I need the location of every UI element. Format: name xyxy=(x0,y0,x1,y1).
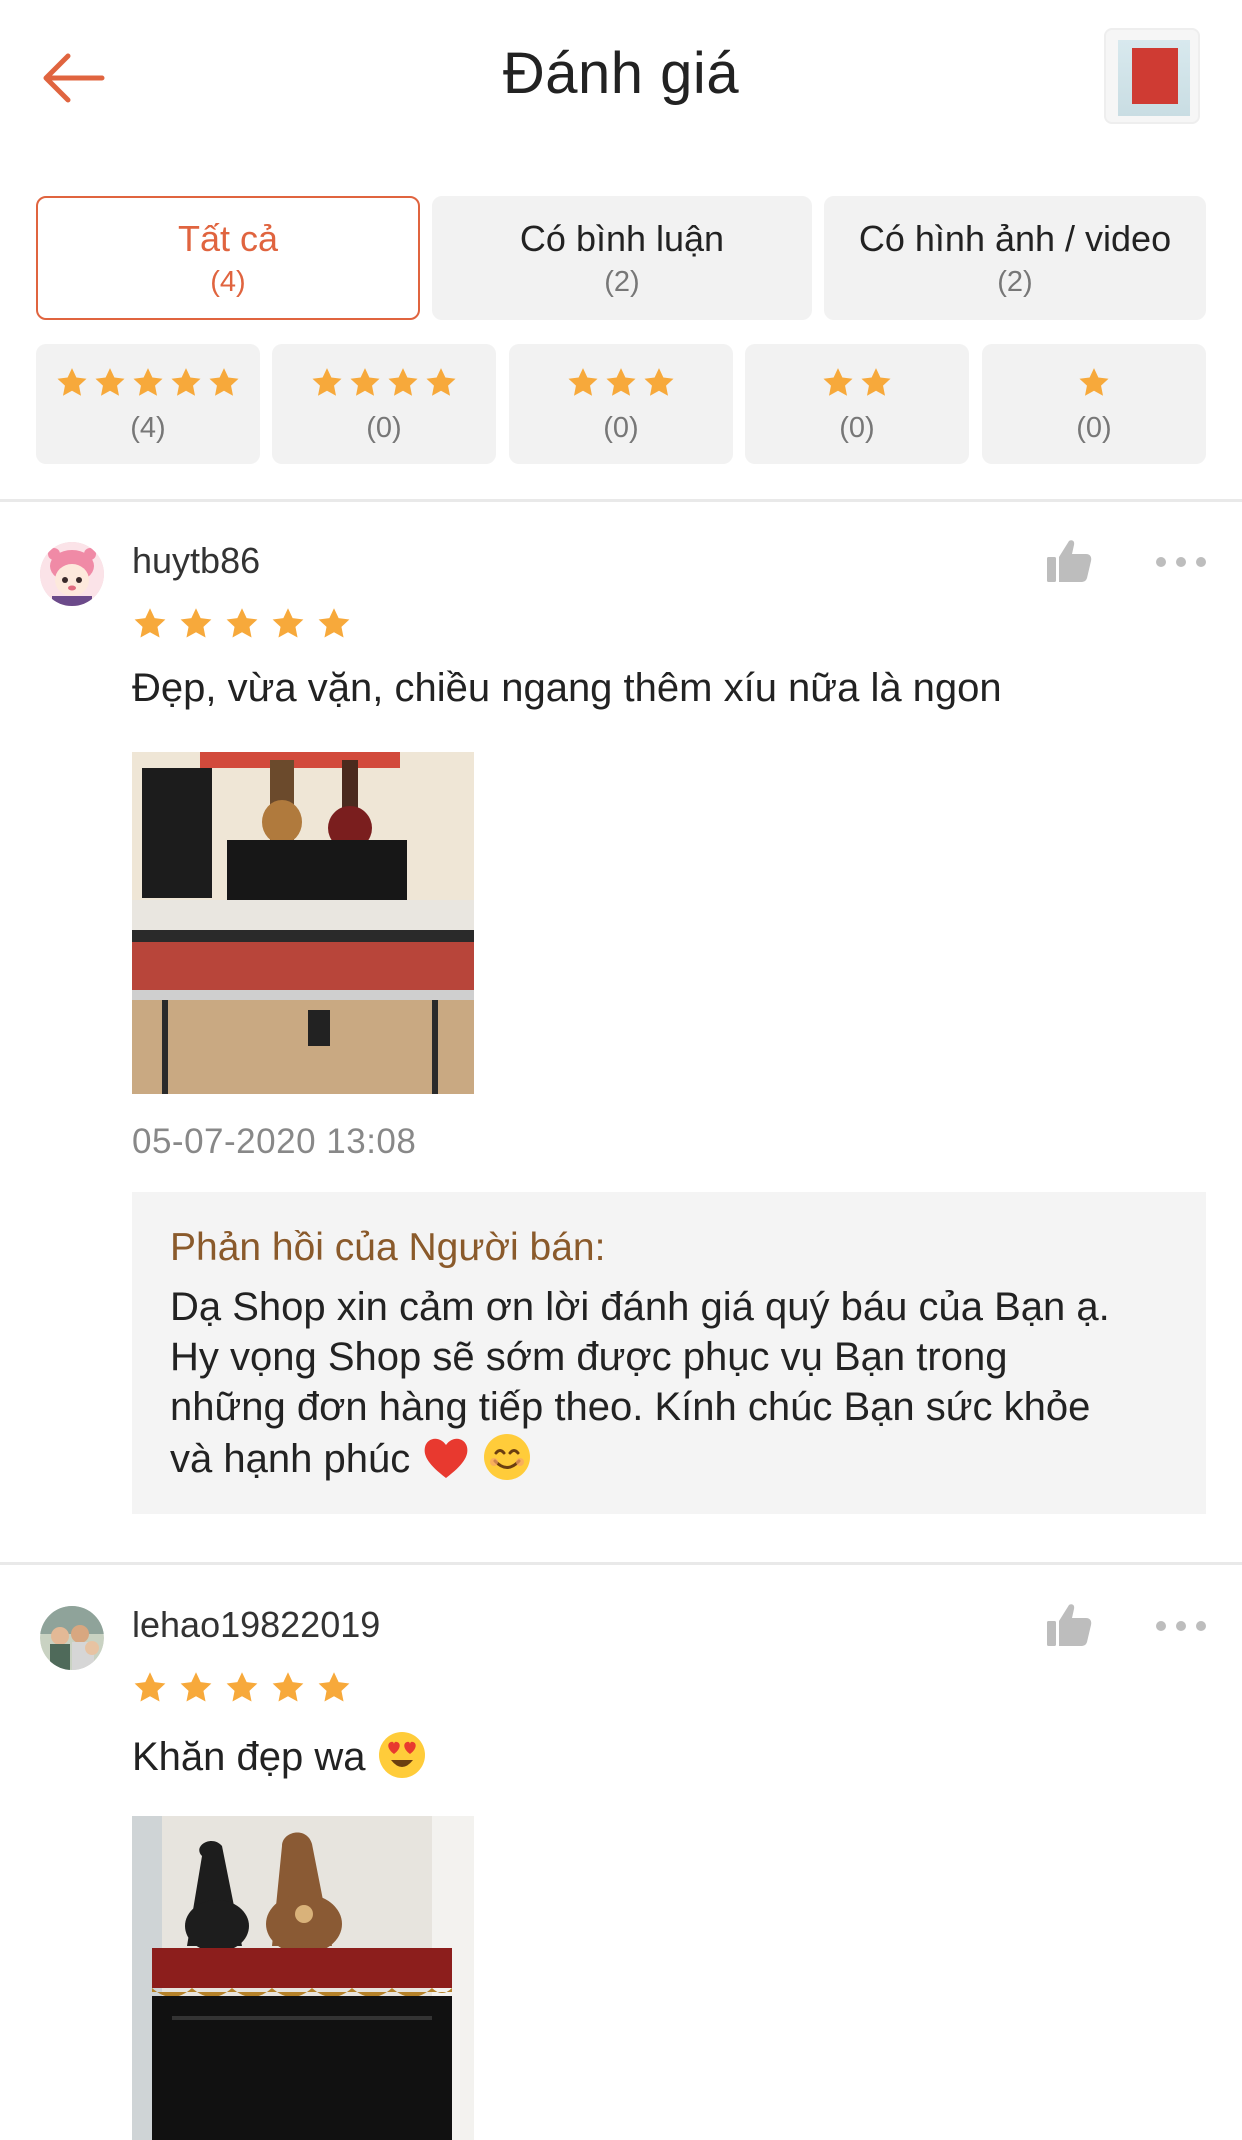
seller-reply-text: Dạ Shop xin cảm ơn lời đánh giá quý báu … xyxy=(170,1282,1168,1484)
more-options-button[interactable] xyxy=(1154,552,1208,572)
star-icon xyxy=(424,366,458,400)
tab-count: (2) xyxy=(997,266,1033,298)
filter-1-star[interactable]: (0) xyxy=(982,344,1206,464)
like-button[interactable] xyxy=(1044,536,1094,586)
filter-count: (0) xyxy=(839,412,875,444)
review-photo[interactable] xyxy=(132,1816,474,2140)
filter-5-stars[interactable]: (4) xyxy=(36,344,260,464)
review-username[interactable]: lehao19822019 xyxy=(132,1604,380,1646)
star-icon xyxy=(93,366,127,400)
filter-3-stars[interactable]: (0) xyxy=(509,344,733,464)
star-icon xyxy=(132,1670,168,1706)
review-text: Đẹp, vừa vặn, chiều ngang thêm xíu nữa l… xyxy=(132,666,1002,710)
filter-4-stars[interactable]: (0) xyxy=(272,344,496,464)
review-rating xyxy=(132,606,352,642)
smile-emoji-icon xyxy=(482,1432,532,1482)
review-username[interactable]: huytb86 xyxy=(132,540,260,582)
review-text-row: Khăn đẹp wa xyxy=(132,1730,427,1780)
tab-count: (4) xyxy=(210,266,246,298)
seller-reply-last-line: và hạnh phúc xyxy=(170,1432,1168,1484)
filter-2-stars[interactable]: (0) xyxy=(745,344,969,464)
tab-label: Có bình luận xyxy=(519,218,725,259)
review-rating xyxy=(132,1670,352,1706)
star-icon xyxy=(604,366,638,400)
star-icon xyxy=(178,606,214,642)
star-icon xyxy=(310,366,344,400)
seller-reply-line: Dạ Shop xin cảm ơn lời đánh giá quý báu … xyxy=(170,1285,1110,1329)
seller-reply-title: Phản hồi của Người bán: xyxy=(170,1226,606,1269)
star-icon xyxy=(1077,366,1111,400)
star-icon xyxy=(566,366,600,400)
star-icon xyxy=(131,366,165,400)
filter-count: (0) xyxy=(1076,412,1112,444)
star-icon xyxy=(55,366,89,400)
review-timestamp: 05-07-2020 13:08 xyxy=(132,1122,417,1161)
star-icon xyxy=(224,1670,260,1706)
tab-label: Có hình ảnh / video xyxy=(858,218,1172,259)
seller-reply: Phản hồi của Người bán: Dạ Shop xin cảm … xyxy=(132,1192,1206,1514)
star-icon xyxy=(169,366,203,400)
header-bar: Đánh giá xyxy=(0,0,1242,160)
filter-count: (0) xyxy=(603,412,639,444)
star-icon xyxy=(821,366,855,400)
seller-reply-line: những đơn hàng tiếp theo. Kính chúc Bạn … xyxy=(170,1385,1091,1429)
filter-count: (0) xyxy=(366,412,402,444)
star-icon xyxy=(207,366,241,400)
divider xyxy=(0,499,1242,502)
more-icon xyxy=(1156,557,1206,567)
tab-count: (2) xyxy=(604,266,640,298)
star-icon xyxy=(642,366,676,400)
avatar[interactable] xyxy=(40,542,104,606)
star-icon xyxy=(270,606,306,642)
review-photo[interactable] xyxy=(132,752,474,1094)
star-icon xyxy=(224,606,260,642)
divider xyxy=(0,1562,1242,1565)
star-icon xyxy=(859,366,893,400)
heart-emoji-icon xyxy=(421,1432,471,1482)
tab-with-comments[interactable]: Có bình luận (2) xyxy=(432,196,812,320)
tab-with-media[interactable]: Có hình ảnh / video (2) xyxy=(824,196,1206,320)
star-icon xyxy=(178,1670,214,1706)
star-icon xyxy=(348,366,382,400)
page-title: Đánh giá xyxy=(502,41,740,106)
seller-reply-line: Hy vọng Shop sẽ sớm được phục vụ Bạn tro… xyxy=(170,1335,1008,1379)
star-icon xyxy=(316,606,352,642)
seller-reply-line: và hạnh phúc xyxy=(170,1437,411,1481)
avatar[interactable] xyxy=(40,1606,104,1670)
more-icon xyxy=(1156,1621,1206,1631)
star-icon xyxy=(386,366,420,400)
like-button[interactable] xyxy=(1044,1600,1094,1650)
star-icon xyxy=(132,606,168,642)
tab-all[interactable]: Tất cả (4) xyxy=(36,196,420,320)
thumbs-up-icon xyxy=(1047,1604,1092,1646)
star-icon xyxy=(316,1670,352,1706)
more-options-button[interactable] xyxy=(1154,1616,1208,1636)
product-thumbnail[interactable] xyxy=(1104,28,1200,124)
tab-label: Tất cả xyxy=(177,218,279,259)
filter-count: (4) xyxy=(130,412,166,444)
star-icon xyxy=(270,1670,306,1706)
heart-eyes-emoji-icon xyxy=(377,1730,427,1780)
thumbs-up-icon xyxy=(1047,540,1092,582)
review-text: Khăn đẹp wa xyxy=(132,1735,366,1779)
